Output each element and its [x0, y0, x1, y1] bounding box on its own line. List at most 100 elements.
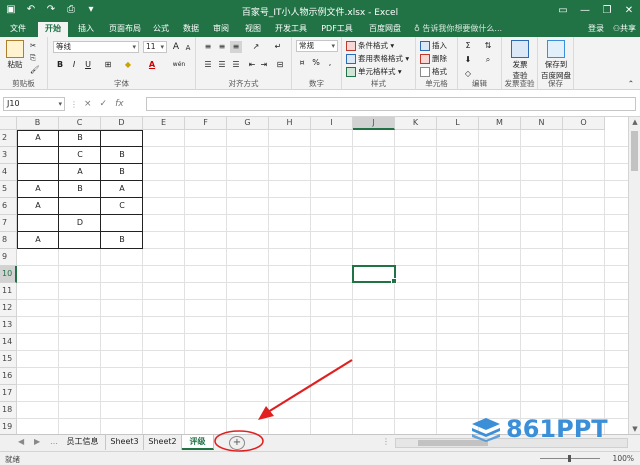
row-header-3[interactable]: 3: [0, 147, 17, 164]
font-name-select[interactable]: 等线: [53, 41, 139, 53]
cell-d5[interactable]: A: [101, 181, 143, 198]
login-link[interactable]: 登录: [588, 23, 604, 34]
comma-style-icon[interactable]: ,: [324, 57, 336, 69]
cell-b3[interactable]: [17, 147, 59, 164]
sheet-tab-sheet2[interactable]: Sheet2: [144, 435, 182, 450]
next-sheet-icon[interactable]: ▶: [34, 437, 40, 446]
tab-data[interactable]: 数据: [178, 22, 204, 37]
tab-pdf-tools[interactable]: PDF工具集: [314, 22, 360, 47]
cell-b4[interactable]: [17, 164, 59, 181]
borders-icon[interactable]: ⊞: [102, 59, 114, 71]
worksheet-grid[interactable]: B C D E F G H I J K L M N O 2 A B 3 C B 4 A B 5 A B A 6 A C 7 D 8 A B 9 10 11…: [0, 117, 628, 434]
conditional-formatting-button[interactable]: 条件格式 ▾: [346, 40, 394, 51]
insert-cells-button[interactable]: 插入: [420, 40, 447, 51]
collapse-ribbon-icon[interactable]: ⌃: [628, 79, 634, 88]
sort-filter-icon[interactable]: ⇅: [482, 40, 494, 52]
row-header-8[interactable]: 8: [0, 232, 17, 249]
column-header-f[interactable]: F: [185, 117, 227, 130]
zoom-level[interactable]: 100%: [613, 454, 634, 463]
cell-b2[interactable]: A: [17, 130, 59, 147]
row-header-19[interactable]: 19: [0, 419, 17, 434]
copy-icon[interactable]: ⎘: [30, 53, 36, 63]
tab-baidu-netdisk[interactable]: 百度网盘: [364, 22, 406, 37]
align-left-icon[interactable]: ☰: [202, 59, 214, 71]
formula-input[interactable]: [146, 97, 636, 111]
cell-b8[interactable]: A: [17, 232, 59, 249]
align-middle-icon[interactable]: ≡: [216, 41, 228, 53]
column-header-e[interactable]: E: [143, 117, 185, 130]
column-header-g[interactable]: G: [227, 117, 269, 130]
format-cells-button[interactable]: 格式: [420, 66, 447, 77]
vertical-scrollbar[interactable]: ▲ ▼: [628, 117, 640, 434]
orientation-icon[interactable]: ↗: [250, 41, 262, 53]
scroll-down-icon[interactable]: ▼: [629, 425, 640, 433]
sheet-tab-rating[interactable]: 评级: [182, 435, 214, 450]
tab-split-grip-icon[interactable]: ⋮: [382, 437, 390, 446]
fill-color-icon[interactable]: ◆: [122, 59, 134, 71]
column-header-o[interactable]: O: [563, 117, 605, 130]
active-cell-outline[interactable]: [352, 265, 397, 284]
column-header-i[interactable]: I: [311, 117, 353, 130]
cut-icon[interactable]: ✂: [30, 41, 36, 50]
column-header-j[interactable]: J: [353, 117, 395, 130]
italic-button[interactable]: I: [68, 59, 80, 71]
cell-b6[interactable]: A: [17, 198, 59, 215]
tab-developer[interactable]: 开发工具: [271, 22, 311, 37]
share-button[interactable]: ⚇共享: [613, 23, 636, 34]
tab-formulas[interactable]: 公式: [148, 22, 174, 37]
column-header-b[interactable]: B: [17, 117, 59, 130]
font-color-icon[interactable]: A: [146, 59, 158, 71]
autosum-icon[interactable]: Σ: [462, 40, 474, 52]
row-header-6[interactable]: 6: [0, 198, 17, 215]
save-to-baidu-button[interactable]: 保存到 百度网盘: [538, 40, 574, 81]
tab-review[interactable]: 审阅: [208, 22, 234, 37]
cell-styles-button[interactable]: 单元格样式 ▾: [346, 66, 402, 77]
tab-file[interactable]: 文件: [4, 22, 32, 37]
row-header-2[interactable]: 2: [0, 130, 17, 147]
fill-icon[interactable]: ⬇: [462, 54, 474, 66]
tab-page-layout[interactable]: 页面布局: [104, 22, 146, 37]
prev-sheet-icon[interactable]: ◀: [18, 437, 24, 446]
row-header-5[interactable]: 5: [0, 181, 17, 198]
cell-c5[interactable]: B: [59, 181, 101, 198]
cell-c7[interactable]: D: [59, 215, 101, 232]
row-header-17[interactable]: 17: [0, 385, 17, 402]
align-bottom-icon[interactable]: ≡: [230, 41, 242, 53]
row-header-18[interactable]: 18: [0, 402, 17, 419]
name-box[interactable]: J10: [3, 97, 65, 111]
decrease-indent-icon[interactable]: ⇤: [246, 59, 258, 71]
restore-icon[interactable]: ❐: [596, 0, 618, 21]
cancel-icon[interactable]: ×: [84, 97, 92, 111]
currency-icon[interactable]: ¤: [296, 57, 308, 69]
row-header-10[interactable]: 10: [0, 266, 17, 283]
column-header-c[interactable]: C: [59, 117, 101, 130]
grow-font-icon[interactable]: A: [170, 41, 182, 53]
font-size-select[interactable]: 11: [143, 41, 167, 53]
column-header-k[interactable]: K: [395, 117, 437, 130]
percent-button[interactable]: %: [310, 57, 322, 69]
close-icon[interactable]: ✕: [618, 0, 640, 21]
tab-insert[interactable]: 插入: [71, 22, 101, 37]
tab-view[interactable]: 视图: [240, 22, 266, 37]
more-sheets-icon[interactable]: …: [50, 437, 58, 446]
row-header-4[interactable]: 4: [0, 164, 17, 181]
row-header-12[interactable]: 12: [0, 300, 17, 317]
delete-cells-button[interactable]: 删除: [420, 53, 447, 64]
cell-c6[interactable]: [59, 198, 101, 215]
column-header-n[interactable]: N: [521, 117, 563, 130]
tell-me-search[interactable]: ♁ 告诉我你想要做什么...: [414, 23, 502, 34]
select-all-corner[interactable]: [0, 117, 17, 130]
paste-button[interactable]: 粘贴: [4, 40, 26, 70]
align-top-icon[interactable]: ≡: [202, 41, 214, 53]
sheet-tab-sheet3[interactable]: Sheet3: [106, 435, 144, 450]
tab-home[interactable]: 开始: [38, 22, 68, 37]
row-header-9[interactable]: 9: [0, 249, 17, 266]
cell-b5[interactable]: A: [17, 181, 59, 198]
minimize-icon[interactable]: —: [574, 0, 596, 21]
format-as-table-button[interactable]: 套用表格格式 ▾: [346, 53, 409, 64]
insert-function-icon[interactable]: fx: [115, 97, 124, 111]
cell-c3[interactable]: C: [59, 147, 101, 164]
cell-d8[interactable]: B: [101, 232, 143, 249]
invoice-check-button[interactable]: 发票 查验: [506, 40, 534, 81]
enter-icon[interactable]: ✓: [100, 97, 108, 111]
